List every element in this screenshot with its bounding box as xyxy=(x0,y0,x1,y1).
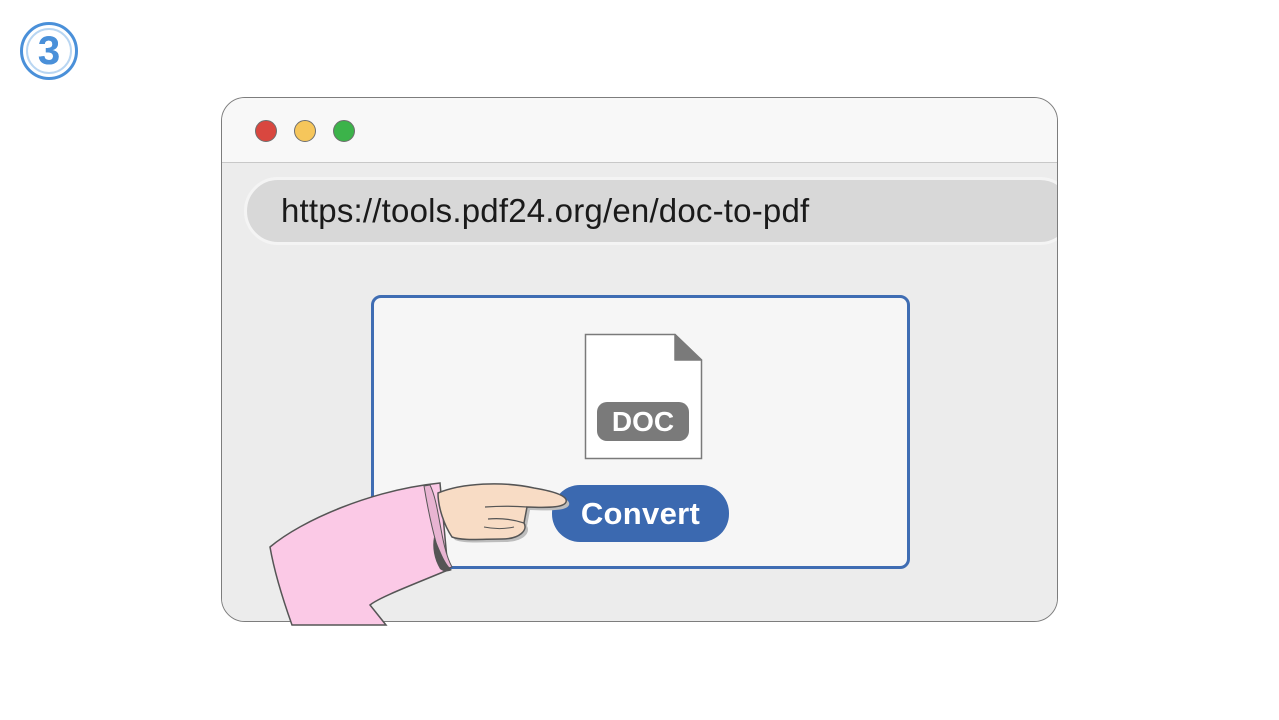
url-text: https://tools.pdf24.org/en/doc-to-pdf xyxy=(281,192,810,229)
step-number: 3 xyxy=(37,29,61,73)
hand-pointer-icon xyxy=(269,482,570,626)
tutorial-illustration: 3 https://tools.pdf24.org/en/doc-to-pdf … xyxy=(0,0,1279,720)
step-number-badge: 3 xyxy=(20,22,78,80)
maximize-window-button[interactable] xyxy=(333,120,355,142)
browser-titlebar xyxy=(222,98,1057,163)
address-bar[interactable]: https://tools.pdf24.org/en/doc-to-pdf xyxy=(244,177,1057,245)
document-file-icon: DOC xyxy=(584,333,703,460)
close-window-button[interactable] xyxy=(255,120,277,142)
minimize-window-button[interactable] xyxy=(294,120,316,142)
file-type-label: DOC xyxy=(612,406,674,437)
